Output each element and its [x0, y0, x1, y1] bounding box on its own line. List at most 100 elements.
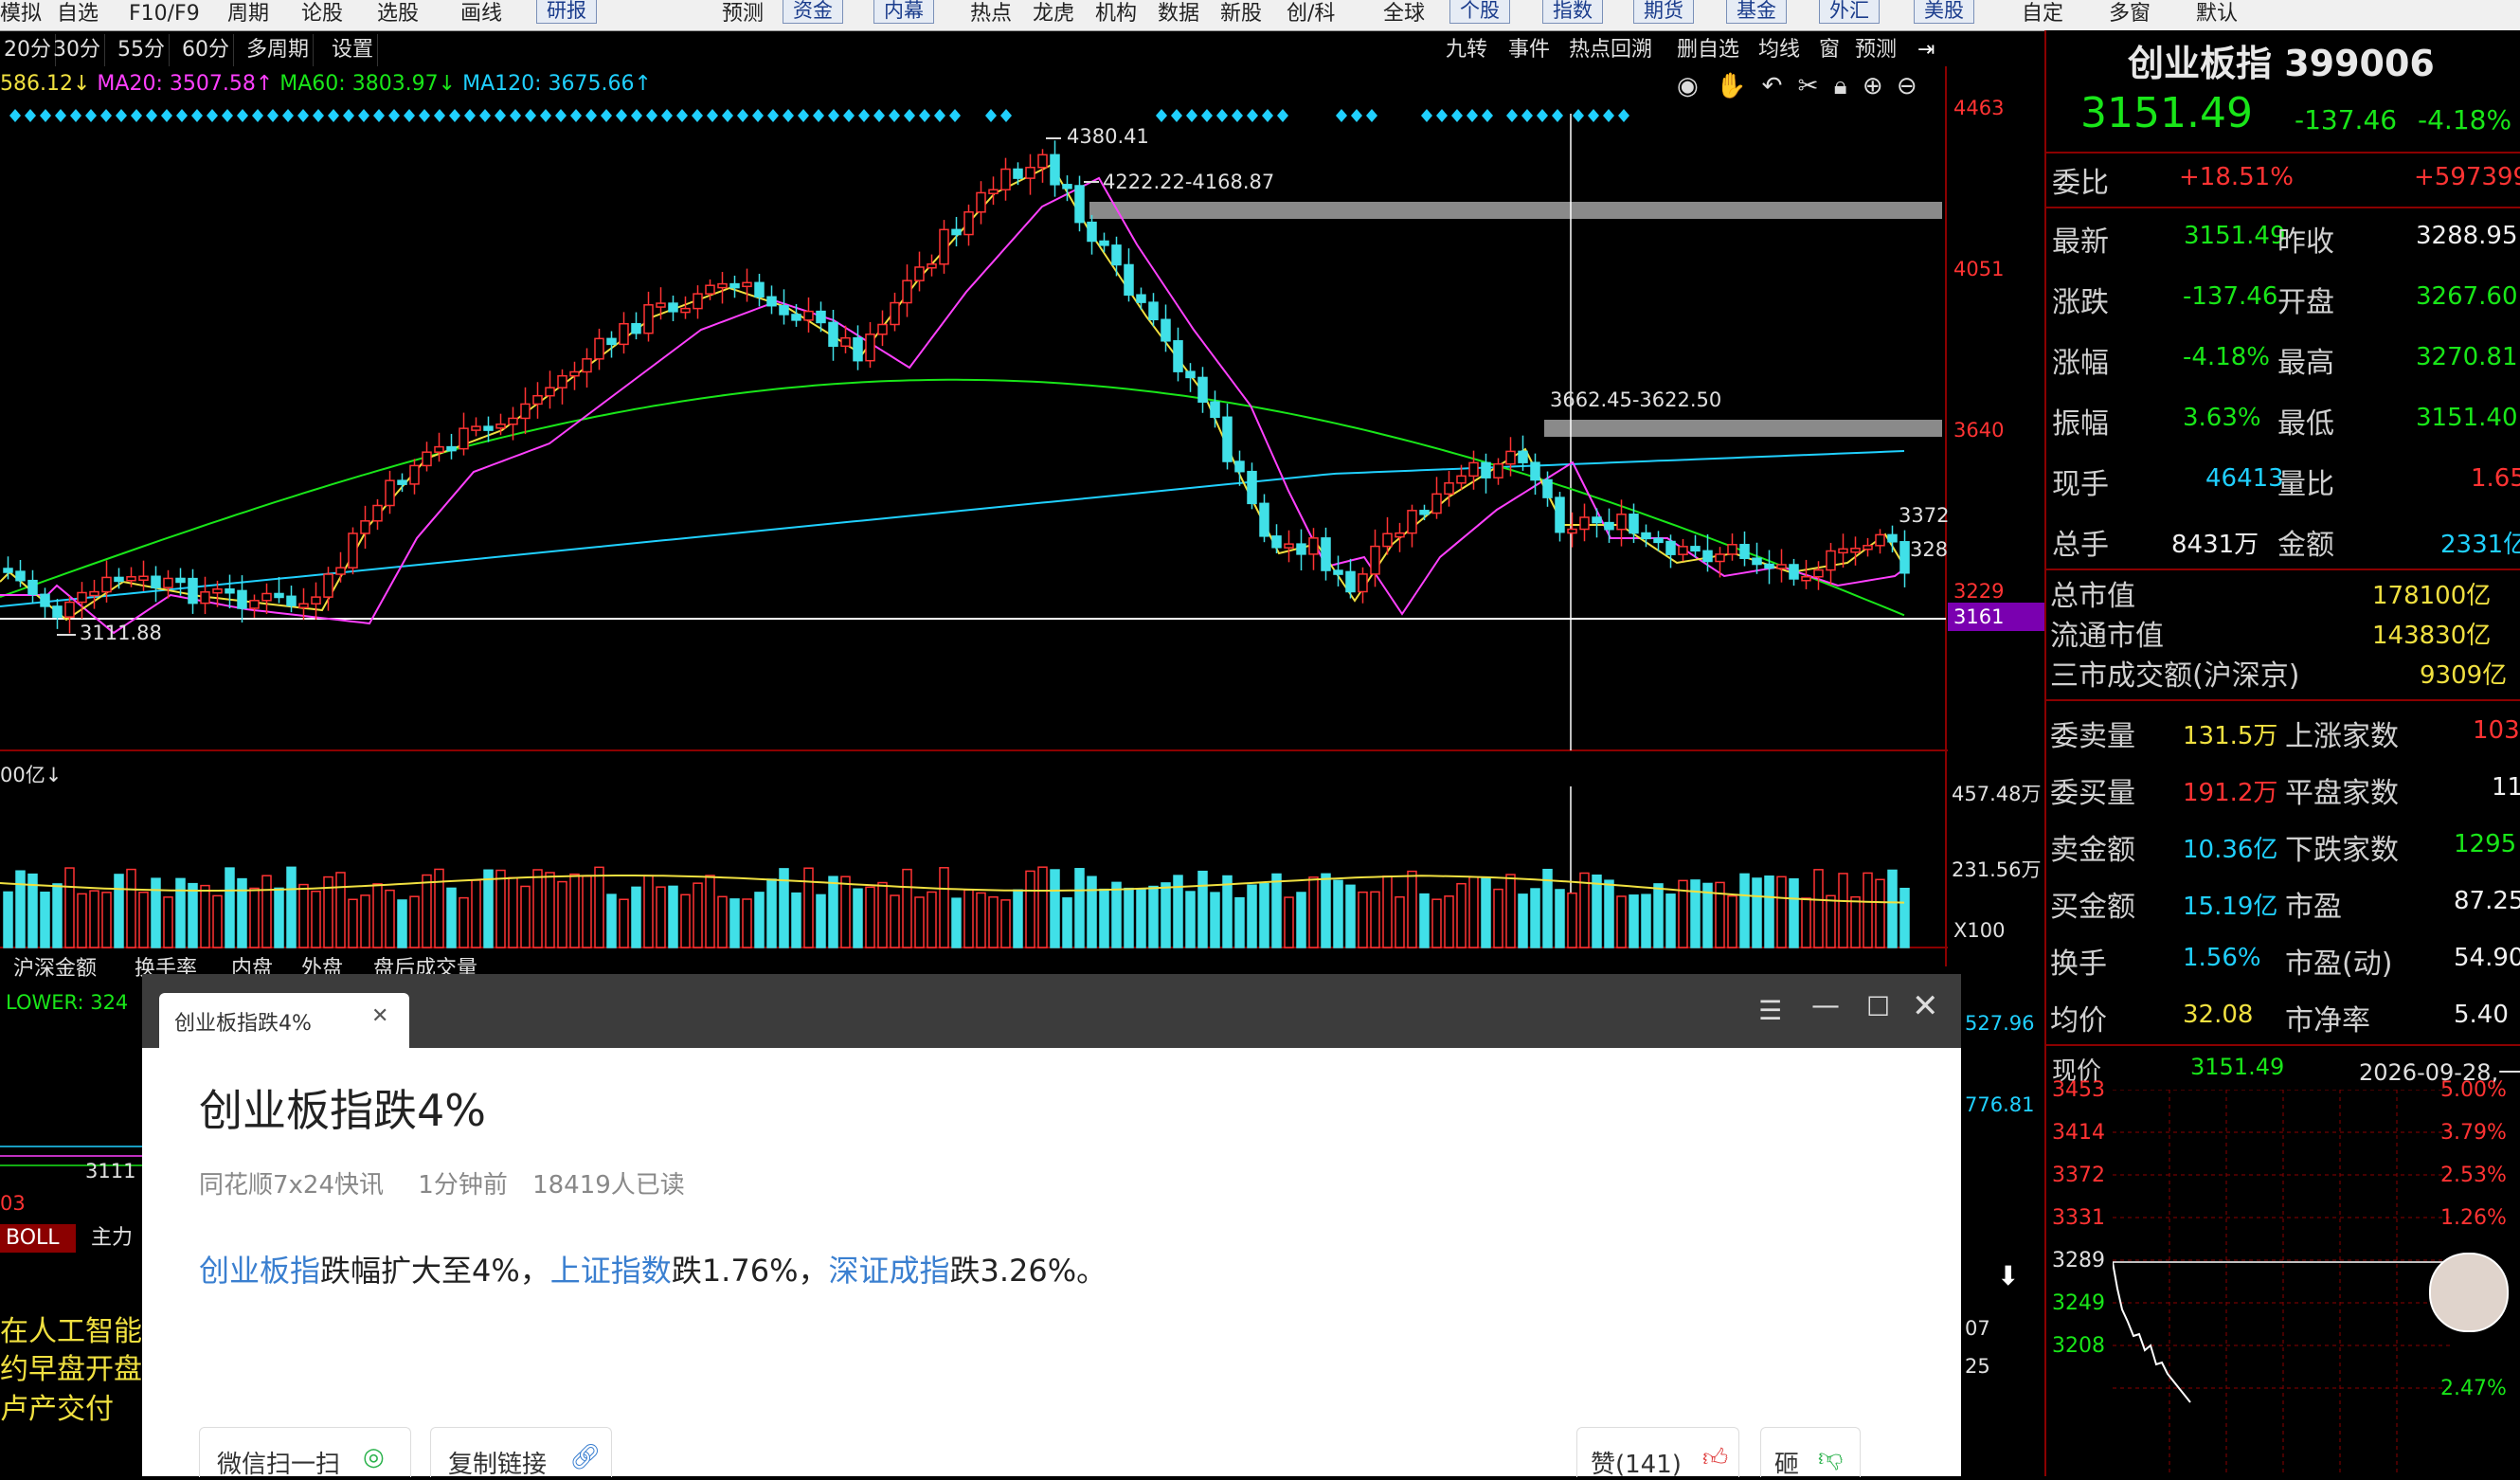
menu-item-stock-picker[interactable]: 选股	[377, 0, 419, 30]
menu-tab-us-stocks[interactable]: 美股	[1914, 0, 1974, 24]
boll-tab[interactable]: BOLL	[0, 1224, 76, 1253]
lower-axis-label: 07	[1965, 1317, 1990, 1340]
tool-ma-lines[interactable]: 均线	[1758, 34, 1800, 66]
list-icon[interactable]: ☰	[1758, 995, 1782, 1026]
candle	[976, 191, 986, 213]
copy-link-button[interactable]: 复制链接 🔗︎	[430, 1427, 612, 1479]
candle	[1764, 563, 1774, 569]
tool-events[interactable]: 事件	[1508, 34, 1550, 66]
volume-bar	[15, 870, 26, 948]
maximize-icon[interactable]: ☐	[1866, 991, 1890, 1022]
candle	[656, 302, 666, 308]
tool-nine-turn[interactable]: 九转	[1446, 34, 1487, 66]
tool-remove-watchlist[interactable]: 删自选	[1677, 34, 1739, 66]
candle	[77, 591, 87, 604]
news-ticker-line[interactable]: 约早盘开盘	[0, 1345, 142, 1387]
row-value: 1.65	[2471, 464, 2520, 493]
link-szse-index[interactable]: 深证成指	[828, 1253, 949, 1289]
intraday-chart[interactable]	[2113, 1090, 2454, 1476]
like-button[interactable]: 赞(141) 👍︎	[1576, 1427, 1739, 1479]
tool-window[interactable]: 窗	[1819, 34, 1840, 66]
volume-bar	[77, 893, 87, 948]
download-icon[interactable]: ⬇	[1997, 1260, 2019, 1291]
signal-marker	[313, 109, 324, 122]
menu-item-simulate[interactable]: 模拟	[0, 0, 42, 30]
signal-marker	[176, 109, 188, 122]
close-icon[interactable]: ✕	[1912, 987, 1939, 1025]
period-20min[interactable]: 20分	[0, 34, 56, 66]
candle	[963, 211, 974, 236]
tab-shsz-amount[interactable]: 沪深金额	[13, 951, 97, 982]
candle	[1653, 537, 1664, 544]
menu-item-watchlist[interactable]: 自选	[57, 0, 99, 30]
signal-marker	[9, 109, 21, 122]
intraday-axis-right: 2.47%	[2440, 1377, 2507, 1400]
candle	[1173, 340, 1183, 372]
menu-tab-stock[interactable]: 个股	[1449, 0, 1510, 24]
popup-tab[interactable]: 创业板指跌4% ✕	[159, 993, 409, 1048]
tool-hotspot-review[interactable]: 热点回溯	[1569, 34, 1652, 66]
candle	[1530, 461, 1540, 481]
signal-marker	[25, 109, 36, 122]
candle	[803, 310, 814, 321]
menu-item-global[interactable]: 全球	[1383, 0, 1425, 30]
assistant-avatar[interactable]	[2429, 1253, 2509, 1332]
candle	[434, 445, 444, 453]
menu-tab-futures[interactable]: 期货	[1633, 0, 1694, 24]
period-30min[interactable]: 30分	[49, 34, 105, 66]
signal-marker	[267, 109, 279, 122]
dislike-label: 砸	[1774, 1451, 1800, 1479]
order-value: 5.40	[2454, 1001, 2509, 1029]
menu-item-multi-window[interactable]: 多窗	[2109, 0, 2151, 30]
signal-marker	[949, 109, 961, 122]
main-force-tab[interactable]: 主力	[91, 1224, 133, 1253]
volume-bar	[1271, 873, 1282, 948]
menu-item-draw[interactable]: 画线	[460, 0, 502, 30]
link-sse-index[interactable]: 上证指数	[550, 1253, 672, 1289]
menu-tab-fund[interactable]: 基金	[1726, 0, 1787, 24]
candle	[631, 322, 641, 334]
menu-item-ipo[interactable]: 新股	[1220, 0, 1262, 30]
link-chinext-index[interactable]: 创业板指	[199, 1253, 320, 1289]
volume-bar	[1025, 870, 1035, 948]
period-55min[interactable]: 55分	[114, 34, 170, 66]
news-ticker-line[interactable]: 卢产交付	[0, 1385, 114, 1427]
candle	[459, 427, 469, 450]
volume-bar	[459, 896, 469, 948]
candle	[1641, 532, 1651, 540]
menu-item-data[interactable]: 数据	[1158, 0, 1199, 30]
menu-item-forum[interactable]: 论股	[301, 0, 343, 30]
menu-tab-funds[interactable]: 资金	[783, 0, 843, 24]
menu-item-period[interactable]: 周期	[227, 0, 269, 30]
menu-item-institution[interactable]: 机构	[1095, 0, 1137, 30]
menu-item-hotspot[interactable]: 热点	[970, 0, 1012, 30]
menu-item-forecast[interactable]: 预测	[722, 0, 764, 30]
menu-tab-research[interactable]: 研报	[536, 0, 597, 24]
period-multi[interactable]: 多周期	[243, 34, 315, 66]
period-settings[interactable]: 设置	[328, 34, 379, 66]
candle	[717, 282, 728, 289]
menu-item-default[interactable]: 默认	[2196, 0, 2238, 30]
tool-forecast[interactable]: 预测	[1855, 34, 1897, 66]
pin-icon[interactable]: ⇥	[1917, 34, 1935, 66]
menu-tab-forex[interactable]: 外汇	[1819, 0, 1880, 24]
signal-marker	[388, 109, 400, 122]
tab-close-icon[interactable]: ✕	[371, 1004, 388, 1028]
menu-item-custom[interactable]: 自定	[2022, 0, 2063, 30]
menu-tab-insider[interactable]: 内幕	[873, 0, 934, 24]
menu-item-chinext-star[interactable]: 创/科	[1287, 0, 1335, 30]
signal-marker	[828, 109, 839, 122]
signal-marker	[889, 109, 900, 122]
menu-item-f10[interactable]: F10/F9	[129, 0, 200, 30]
period-60min[interactable]: 60分	[178, 34, 234, 66]
order-value: 11	[2492, 773, 2520, 802]
row-value: 3151.49	[2184, 222, 2286, 250]
menu-item-dragon-tiger[interactable]: 龙虎	[1033, 0, 1074, 30]
dislike-button[interactable]: 砸 👎︎	[1760, 1427, 1861, 1479]
kline-chart[interactable]	[0, 66, 1948, 966]
order-label: 均价	[2050, 1004, 2107, 1038]
menu-tab-index[interactable]: 指数	[1542, 0, 1603, 24]
share-wechat-button[interactable]: 微信扫一扫 ◎	[199, 1427, 411, 1479]
minimize-icon[interactable]: —	[1811, 989, 1840, 1022]
candle	[52, 605, 63, 618]
